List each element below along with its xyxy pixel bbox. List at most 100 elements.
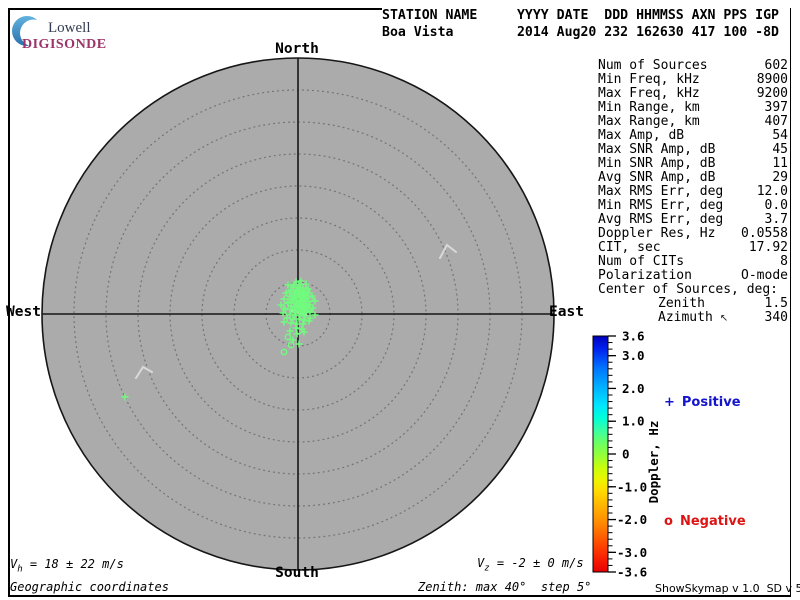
- compass-east-label: East: [549, 304, 584, 320]
- legend-positive: + Positive: [664, 395, 741, 410]
- colorbar-tick-label: -3.6: [617, 565, 647, 580]
- scatter-point-negative: [284, 333, 292, 341]
- stat-label: Center of Sources, deg:: [598, 282, 779, 297]
- colorbar-title: Doppler, Hz: [646, 420, 661, 504]
- stat-value: 8: [780, 254, 788, 269]
- stat-row: Max Freq, kHz 9200: [598, 87, 788, 101]
- scatter-point-negative: [285, 290, 293, 298]
- stat-row: Num of Sources 602: [598, 59, 788, 73]
- stat-row: Min Freq, kHz 8900: [598, 73, 788, 87]
- stat-row: Num of CITs 8: [598, 255, 788, 269]
- stat-label: Zenith: [658, 296, 705, 311]
- stats-panel: Num of Sources 602 Min Freq, kHz 8900 Max Fr…: [598, 59, 788, 326]
- interference-chevron: [135, 365, 153, 379]
- stat-label: Num of Sources: [598, 58, 708, 73]
- lowell-digisonde-logo: Lowell DIGISONDE: [12, 10, 107, 54]
- stat-label: Max RMS Err, deg: [598, 184, 724, 199]
- stat-row: Max SNR Amp, dB 45: [598, 143, 788, 157]
- stat-row: Min Range, km 397: [598, 101, 788, 115]
- compass-west-label: West: [6, 304, 41, 320]
- compass-south-label: South: [275, 565, 319, 581]
- header-columns-row: STATION NAME YYYY DATE DDD HHMMSS AXN PP…: [382, 8, 779, 23]
- stat-label: Doppler Res, Hz: [598, 226, 716, 241]
- stat-value: 9200: [756, 86, 788, 101]
- stat-row: Min RMS Err, deg 0.0: [598, 199, 788, 213]
- scatter-point-negative: [303, 287, 311, 295]
- azimuth-direction-arrow-icon: ↖: [719, 313, 729, 324]
- stat-label: Min Freq, kHz: [598, 72, 700, 87]
- stat-row: Doppler Res, Hz 0.0558: [598, 227, 788, 241]
- header-block: STATION NAME YYYY DATE DDD HHMMSS AXN PP…: [382, 7, 779, 41]
- stat-row: Avg SNR Amp, dB 29: [598, 171, 788, 185]
- stat-row: Center of Sources, deg:: [598, 283, 788, 297]
- stat-value: 0.0: [764, 198, 788, 213]
- stat-label: Max Freq, kHz: [598, 86, 700, 101]
- stat-value: 397: [764, 100, 788, 115]
- stat-row: Polarization O-mode: [598, 269, 788, 283]
- version-label: ShowSkymap v 1.0 SD v 5.1: [655, 582, 800, 595]
- logo-lowell-text: Lowell: [48, 20, 91, 36]
- stat-label: Azimuth ↖: [658, 310, 729, 325]
- stat-row: Avg RMS Err, deg 3.7: [598, 213, 788, 227]
- stat-row: Max RMS Err, deg 12.0: [598, 185, 788, 199]
- stat-label: Avg RMS Err, deg: [598, 212, 724, 227]
- scatter-point-negative: [287, 341, 295, 349]
- zenith-ring: [233, 249, 363, 379]
- zenith-ring: [169, 185, 427, 443]
- zenith-ring: [73, 89, 523, 539]
- stat-value: 45: [772, 142, 788, 157]
- center-streak: [290, 309, 308, 317]
- skymap-disk: [41, 57, 555, 571]
- scatter-point-negative: [295, 327, 303, 335]
- scatter-points-positive: [121, 277, 319, 401]
- stat-value: 29: [772, 170, 788, 185]
- stat-label: Polarization: [598, 268, 692, 283]
- compass-north-label: North: [275, 41, 319, 57]
- scatter-point-negative: [290, 317, 298, 325]
- zenith-ring: [105, 121, 491, 507]
- stat-value: 17.92: [748, 240, 788, 255]
- scatter-point-negative: [284, 308, 292, 316]
- stat-value: 602: [764, 58, 788, 73]
- stat-value: O-mode: [741, 268, 788, 283]
- scatter-point-negative: [282, 302, 290, 310]
- stat-value: 3.7: [764, 212, 788, 227]
- stat-value: 340: [764, 310, 788, 325]
- scatter-point-negative: [280, 348, 288, 356]
- vh-velocity-label: Vh = 18 ± 22 m/s: [10, 557, 124, 575]
- stat-value: 11: [772, 156, 788, 171]
- stat-label: Max Range, km: [598, 114, 700, 129]
- colorbar-tick-label: 3.0: [622, 348, 645, 363]
- colorbar-tick-label: 2.0: [622, 381, 645, 396]
- legend-negative-label: Negative: [679, 514, 746, 529]
- stat-label: Max Amp, dB: [598, 128, 685, 143]
- legend-negative: o Negative: [664, 514, 746, 529]
- scatter-point-negative: [298, 313, 306, 321]
- colorbar-tick-label: -3.0: [617, 545, 647, 560]
- zenith-ring: [201, 217, 395, 411]
- colorbar-tick-label: 3.6: [622, 330, 645, 344]
- scatter-point-negative: [293, 309, 301, 317]
- stat-label: Min RMS Err, deg: [598, 198, 724, 213]
- scatter-point-negative: [305, 306, 313, 314]
- stat-value: 407: [764, 114, 788, 129]
- stat-row: Max Range, km 407: [598, 115, 788, 129]
- stat-row: CIT, sec 17.92: [598, 241, 788, 255]
- scatter-point-negative: [307, 295, 315, 303]
- stat-value: 1.5: [764, 296, 788, 311]
- stat-value: 12.0: [756, 184, 788, 199]
- zenith-ring: [265, 281, 331, 347]
- zenith-range-note: Zenith: max 40° step 5°: [418, 580, 592, 594]
- colorbar-tick-label: -2.0: [617, 512, 647, 527]
- stat-value: 0.0558: [741, 226, 788, 241]
- vz-velocity-label: Vz = -2 ± 0 m/s: [477, 556, 584, 574]
- logo-digisonde-text: DIGISONDE: [22, 37, 107, 52]
- interference-chevron: [439, 243, 457, 259]
- coordinates-note: Geographic coordinates: [10, 580, 169, 594]
- header-values-row: Boa Vista 2014 Aug20 232 162630 417 100 …: [382, 25, 779, 40]
- stat-row: Azimuth ↖ 340: [598, 311, 788, 326]
- stat-label: CIT, sec: [598, 240, 661, 255]
- stat-label: Num of CITs: [598, 254, 685, 269]
- frame-border-bottom: [8, 595, 791, 597]
- zenith-ring: [137, 153, 459, 475]
